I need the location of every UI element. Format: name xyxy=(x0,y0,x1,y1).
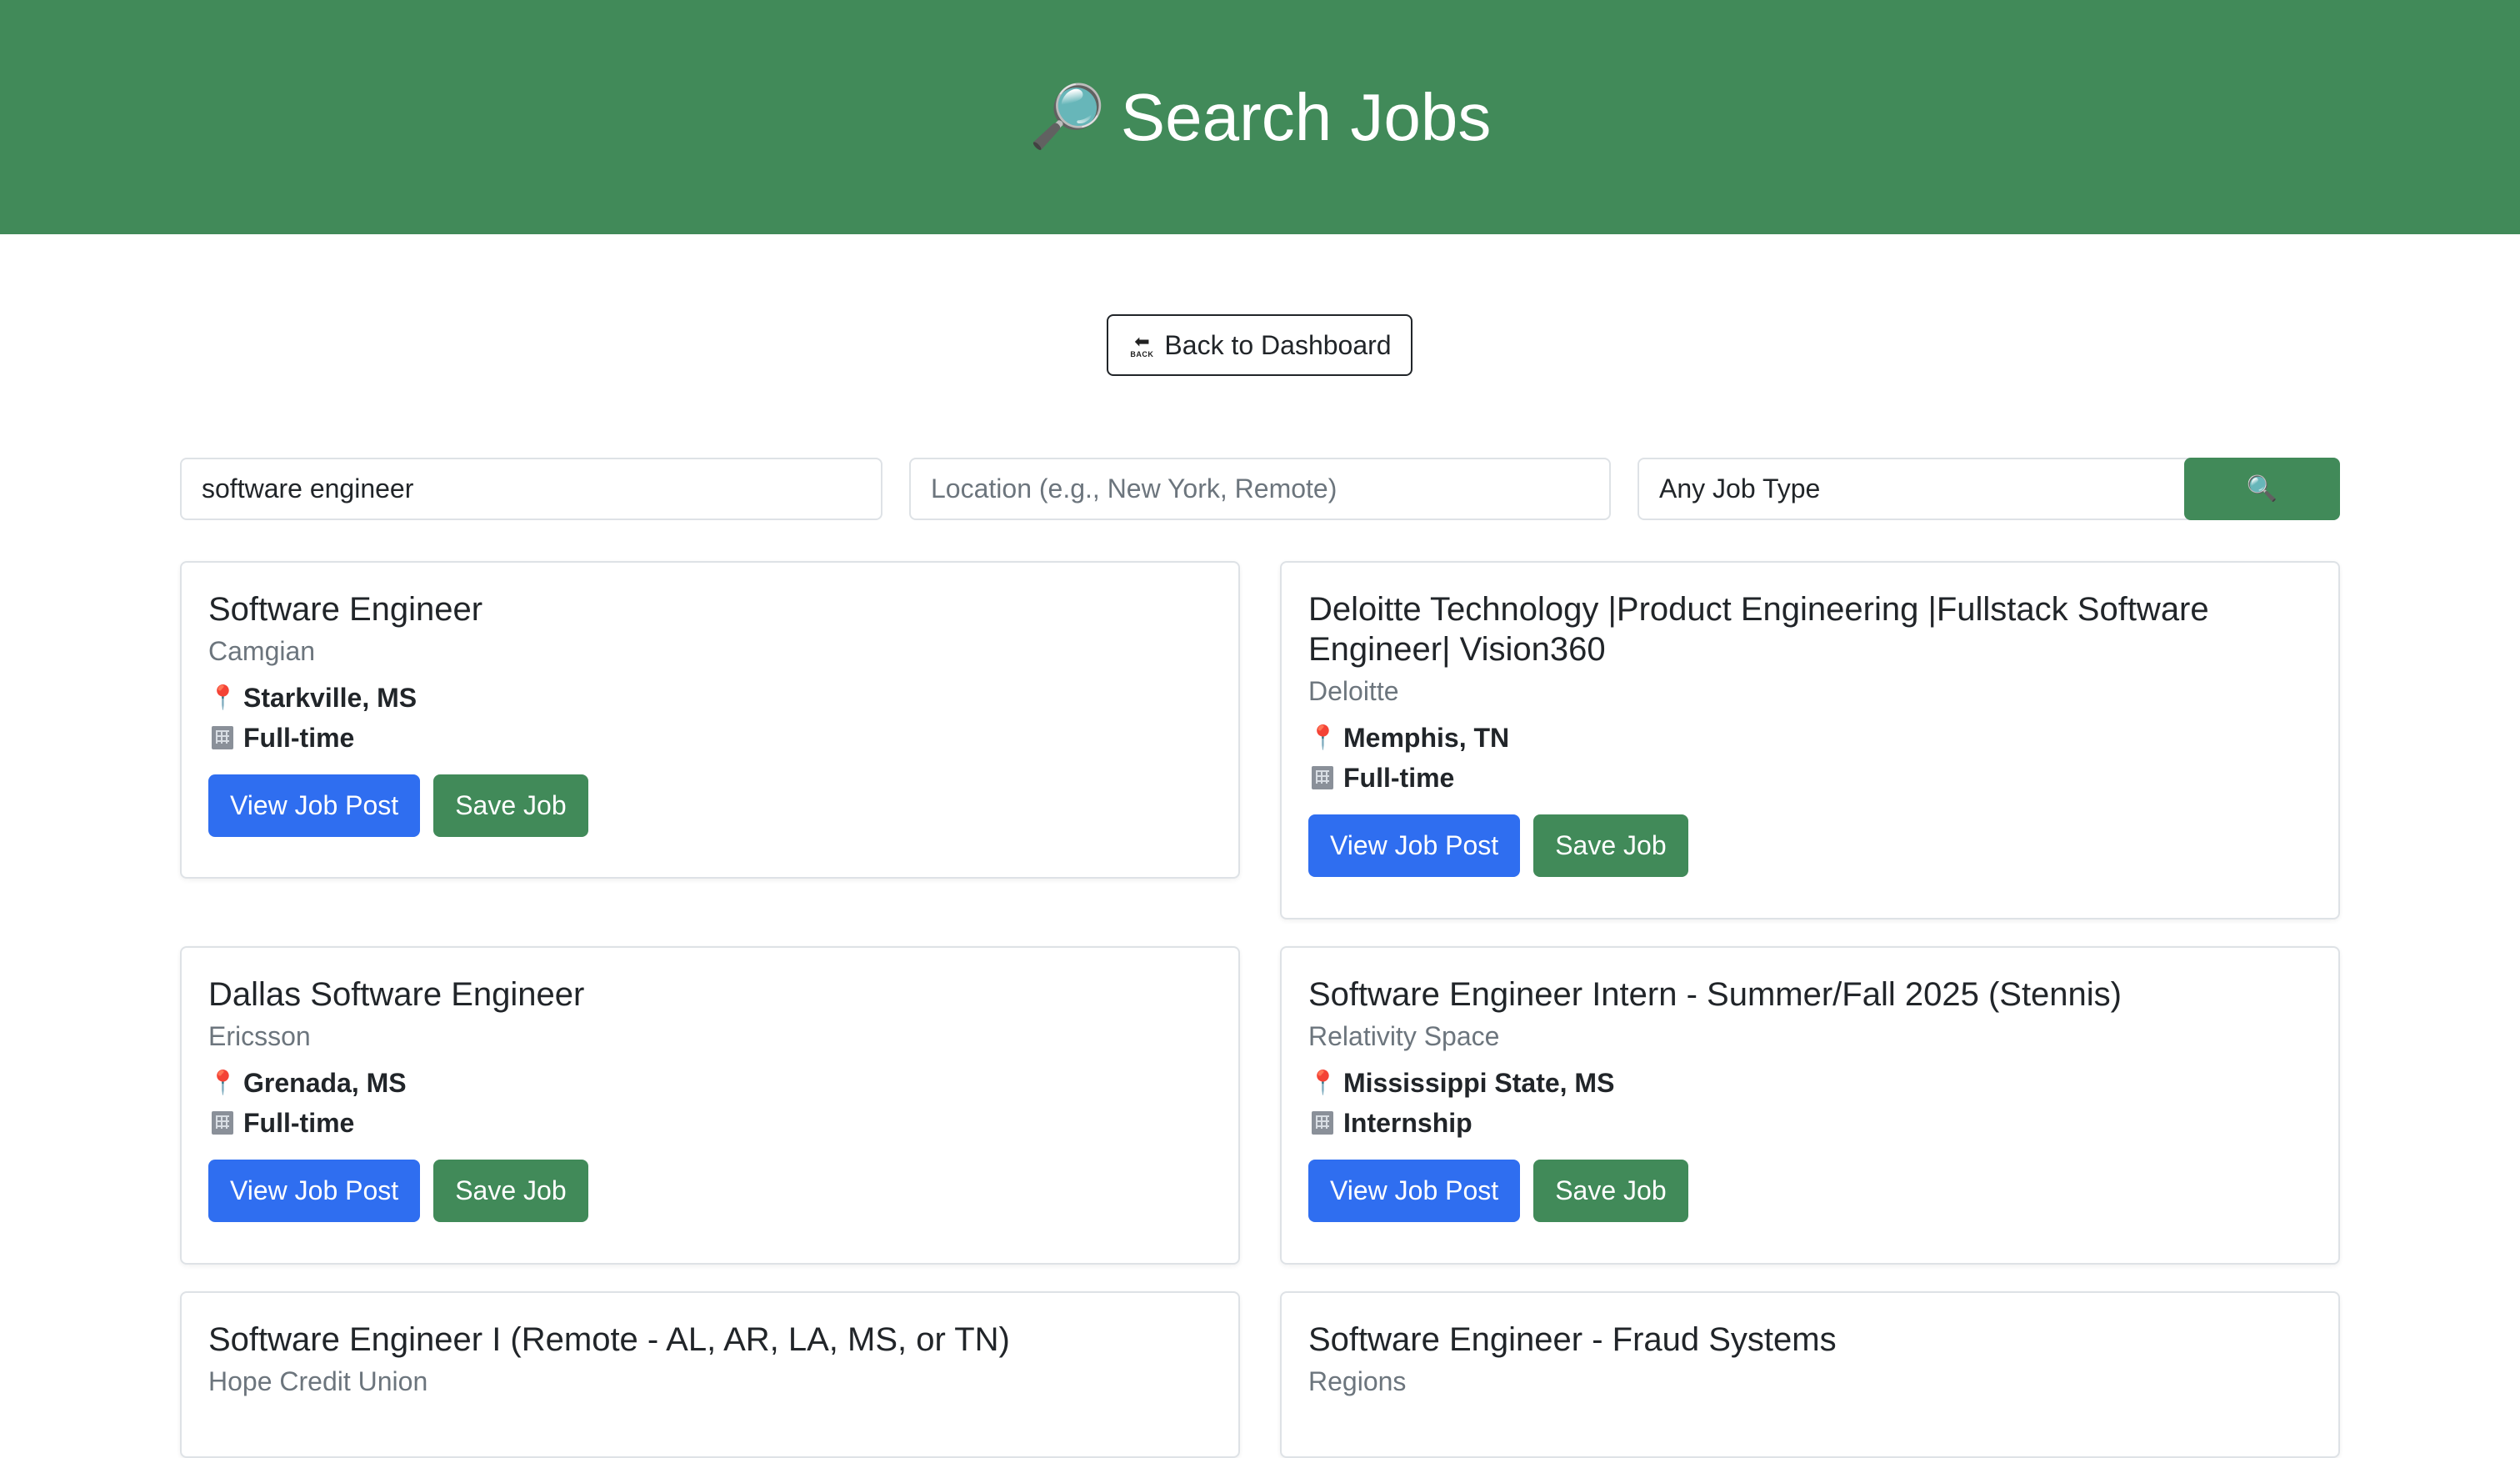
job-location-row: 📍 Starkville, MS xyxy=(208,678,1212,718)
job-title: Software Engineer I (Remote - AL, AR, LA… xyxy=(208,1321,1010,1358)
location-pin-icon: 📍 xyxy=(1308,1070,1338,1095)
view-job-post-button[interactable]: View Job Post xyxy=(1308,814,1521,877)
job-card: Dallas Software Engineer Ericsson 📍 Gren… xyxy=(180,946,1240,1265)
office-building-icon xyxy=(212,726,233,749)
job-title: Software Engineer Intern - Summer/Fall 2… xyxy=(1308,976,2122,1013)
job-location: Mississippi State, MS xyxy=(1343,1068,1615,1098)
keyword-search-input[interactable] xyxy=(180,458,882,520)
office-building-icon xyxy=(212,1111,233,1135)
job-card: Software Engineer - Fraud Systems Region… xyxy=(1280,1291,2340,1458)
page-title: 🔎 Search Jobs xyxy=(1029,79,1492,156)
page-title-text: Search Jobs xyxy=(1120,79,1492,154)
job-company: Relativity Space xyxy=(1308,1021,1500,1051)
job-company: Ericsson xyxy=(208,1021,311,1051)
job-title: Dallas Software Engineer xyxy=(208,976,585,1013)
job-type-selected-value: Any Job Type xyxy=(1659,473,1821,504)
save-job-button[interactable]: Save Job xyxy=(433,1160,588,1222)
job-type-row: Full-time xyxy=(1308,758,2312,798)
back-to-dashboard-label: Back to Dashboard xyxy=(1164,329,1392,360)
job-title: Software Engineer - Fraud Systems xyxy=(1308,1321,1837,1358)
job-type: Full-time xyxy=(243,1108,355,1138)
job-title: Deloitte Technology |Product Engineering… xyxy=(1308,591,2209,668)
search-button[interactable]: 🔍 xyxy=(2184,458,2340,520)
page-header: 🔎 Search Jobs xyxy=(0,0,2520,234)
back-arrow-icon: ⬅ BACK xyxy=(1130,330,1154,358)
office-building-icon xyxy=(1312,766,1333,789)
job-card: Deloitte Technology |Product Engineering… xyxy=(1280,561,2340,919)
view-job-post-button[interactable]: View Job Post xyxy=(208,774,421,837)
save-job-button[interactable]: Save Job xyxy=(1533,814,1688,877)
location-pin-icon: 📍 xyxy=(1308,724,1338,750)
save-job-button[interactable]: Save Job xyxy=(1533,1160,1688,1222)
job-type: Full-time xyxy=(1343,763,1455,793)
job-type-row: Internship xyxy=(1308,1103,2312,1143)
job-location: Starkville, MS xyxy=(243,683,418,713)
location-pin-icon: 📍 xyxy=(208,684,238,710)
job-company: Camgian xyxy=(208,636,316,666)
job-type: Internship xyxy=(1343,1108,1472,1138)
job-type-row: Full-time xyxy=(208,718,1212,758)
job-company: Deloitte xyxy=(1308,676,1399,706)
job-location-row: 📍 Memphis, TN xyxy=(1308,718,2312,758)
job-location: Grenada, MS xyxy=(243,1068,407,1098)
job-location-row: 📍 Mississippi State, MS xyxy=(1308,1063,2312,1103)
job-location: Memphis, TN xyxy=(1343,723,1510,753)
search-icon: 🔍 xyxy=(2246,475,2278,503)
job-card: Software Engineer Camgian 📍 Starkville, … xyxy=(180,561,1240,879)
back-to-dashboard-button[interactable]: ⬅ BACK Back to Dashboard xyxy=(1107,314,1412,376)
job-type: Full-time xyxy=(243,723,355,753)
view-job-post-button[interactable]: View Job Post xyxy=(1308,1160,1521,1222)
location-input[interactable] xyxy=(909,458,1611,520)
save-job-button[interactable]: Save Job xyxy=(433,774,588,837)
job-card: Software Engineer Intern - Summer/Fall 2… xyxy=(1280,946,2340,1265)
job-location-row: 📍 Grenada, MS xyxy=(208,1063,1212,1103)
job-card: Software Engineer I (Remote - AL, AR, LA… xyxy=(180,1291,1240,1458)
office-building-icon xyxy=(1312,1111,1333,1135)
job-company: Hope Credit Union xyxy=(208,1366,428,1396)
view-job-post-button[interactable]: View Job Post xyxy=(208,1160,421,1222)
magnifying-glass-icon: 🔎 xyxy=(1028,82,1106,151)
job-type-row: Full-time xyxy=(208,1103,1212,1143)
job-title: Software Engineer xyxy=(208,591,483,628)
job-company: Regions xyxy=(1308,1366,1407,1396)
location-pin-icon: 📍 xyxy=(208,1070,238,1095)
